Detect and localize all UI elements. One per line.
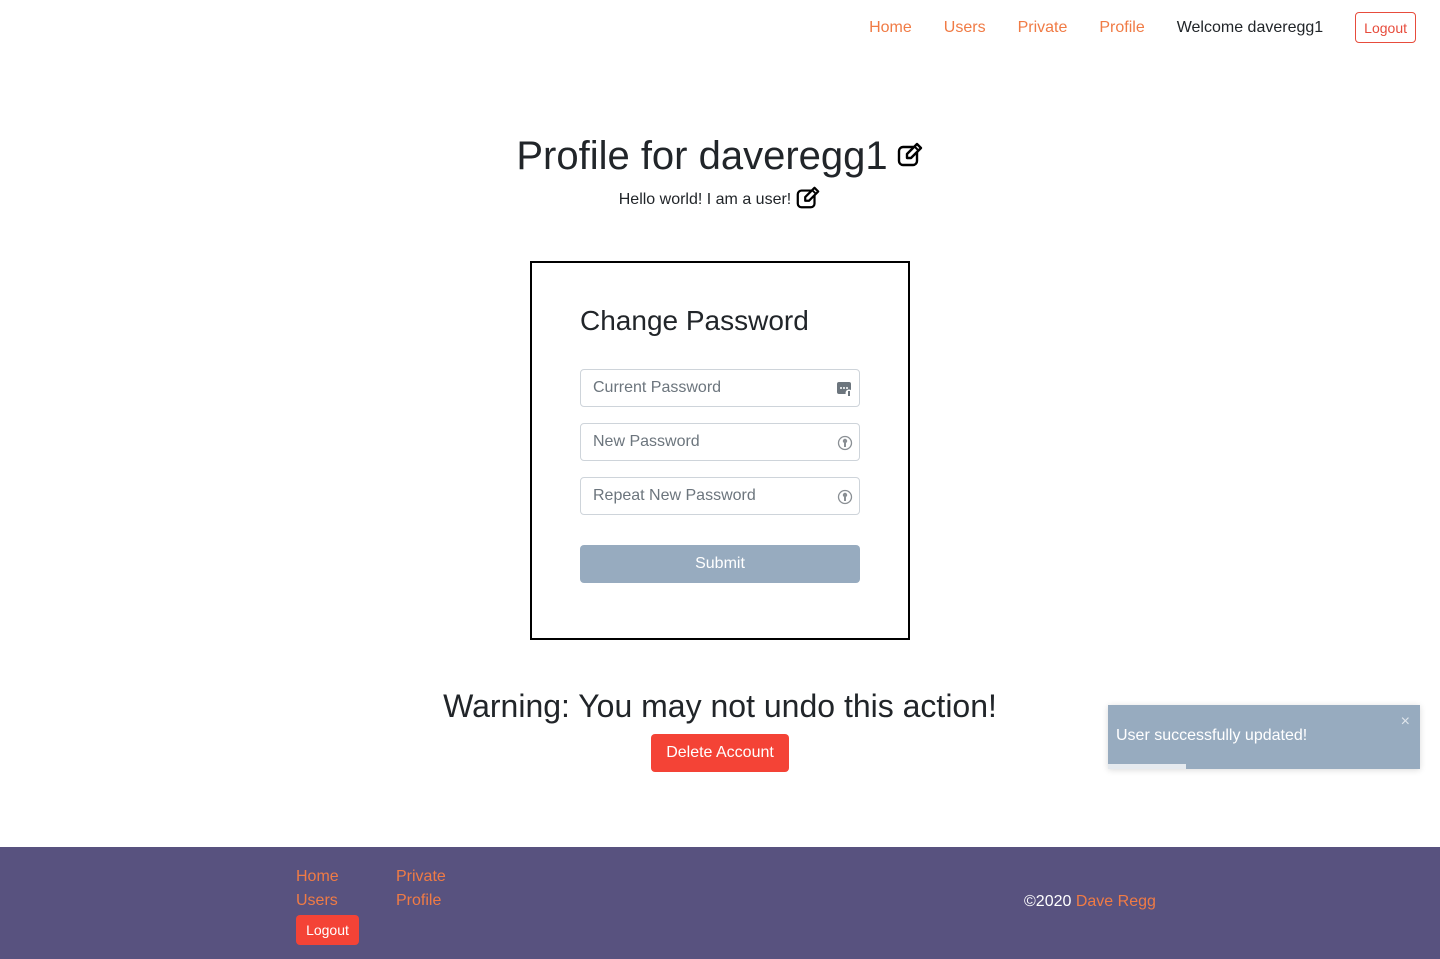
delete-account-button[interactable]: Delete Account — [651, 734, 789, 772]
bio-row: Hello world! I am a user! — [0, 186, 1440, 214]
new-password-field — [580, 423, 860, 461]
current-password-field — [580, 369, 860, 407]
copyright-text: ©2020 — [1024, 893, 1072, 910]
new-password-input[interactable] — [581, 424, 859, 460]
current-password-input[interactable] — [581, 370, 859, 406]
page: Home Users Private Profile Welcome daver… — [0, 0, 1440, 959]
bio-text: Hello world! I am a user! — [618, 191, 792, 208]
toast-progress-bar — [1108, 764, 1186, 769]
keychain-icon[interactable] — [837, 380, 853, 403]
nav-link-profile[interactable]: Profile — [1099, 19, 1144, 37]
repeat-password-field — [580, 477, 860, 515]
footer-column-2: Private Profile — [396, 865, 446, 913]
footer-link-home[interactable]: Home — [296, 865, 359, 889]
change-password-title: Change Password — [580, 305, 809, 336]
close-icon[interactable]: × — [1401, 713, 1410, 731]
nav-link-private[interactable]: Private — [1018, 19, 1068, 37]
page-title: Profile for daveregg1 — [516, 133, 888, 178]
footer: Home Users Logout Private Profile ©2020 … — [0, 847, 1440, 959]
author-link[interactable]: Dave Regg — [1076, 893, 1156, 910]
footer-link-private[interactable]: Private — [396, 865, 446, 889]
top-nav: Home Users Private Profile Welcome daver… — [869, 12, 1416, 43]
toast-notification: User successfully updated! × — [1108, 705, 1420, 769]
change-password-card: Change Password Submit — [530, 261, 910, 640]
profile-title-row: Profile for daveregg1 — [0, 132, 1440, 180]
repeat-password-input[interactable] — [581, 478, 859, 514]
footer-logout-button[interactable]: Logout — [296, 915, 359, 945]
welcome-text: Welcome daveregg1 — [1176, 18, 1324, 36]
edit-title-icon[interactable] — [896, 134, 924, 179]
nav-link-users[interactable]: Users — [944, 19, 986, 37]
edit-bio-icon[interactable] — [795, 185, 821, 216]
footer-column-1: Home Users Logout — [296, 865, 359, 945]
footer-link-users[interactable]: Users — [296, 889, 359, 913]
footer-link-profile[interactable]: Profile — [396, 889, 446, 913]
submit-button[interactable]: Submit — [580, 545, 860, 583]
key-circle-icon[interactable] — [837, 488, 853, 511]
nav-link-home[interactable]: Home — [869, 19, 912, 37]
logout-button[interactable]: Logout — [1355, 12, 1416, 43]
toast-message: User successfully updated! — [1116, 727, 1308, 744]
copyright: ©2020 Dave Regg — [1024, 893, 1156, 911]
key-circle-icon[interactable] — [837, 434, 853, 457]
